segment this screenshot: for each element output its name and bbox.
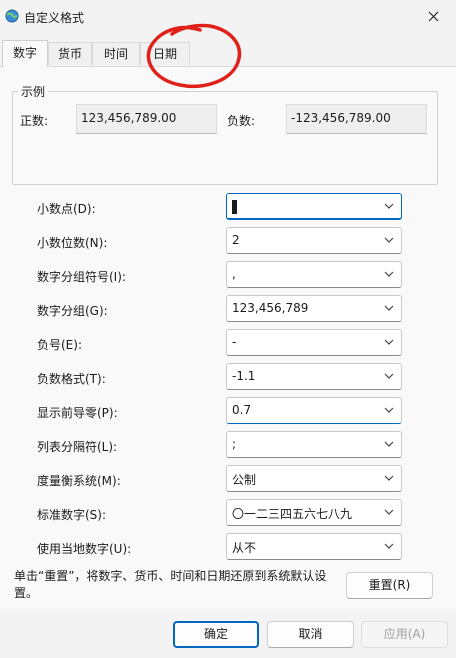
- chevron-down-icon: [384, 373, 394, 379]
- chevron-down-icon: [384, 441, 394, 447]
- chevron-down-icon: [384, 407, 394, 413]
- decimal-digits-value: 2: [232, 233, 240, 247]
- chevron-down-icon: [384, 509, 394, 515]
- negative-label: 负数:: [227, 114, 256, 128]
- chevron-down-icon: [384, 203, 394, 209]
- chevron-down-icon: [384, 271, 394, 277]
- list-separator-value: ;: [232, 437, 237, 451]
- tab-strip: 数字 货币 时间 日期: [0, 40, 456, 67]
- standard-digits-label: 标准数字(S):: [37, 508, 107, 522]
- reset-button[interactable]: 重置(R): [346, 572, 433, 599]
- native-digits-label: 使用当地数字(U):: [37, 542, 132, 556]
- list-separator-label: 列表分隔符(L):: [37, 440, 118, 454]
- decimal-digits-select[interactable]: 2: [226, 227, 402, 254]
- digit-grouping-label: 数字分组(G):: [37, 304, 108, 318]
- chevron-down-icon: [384, 475, 394, 481]
- negative-sign-select[interactable]: -: [226, 329, 402, 356]
- chevron-down-icon: [384, 305, 394, 311]
- chevron-down-icon: [384, 339, 394, 345]
- close-button[interactable]: [410, 0, 456, 32]
- measurement-system-select[interactable]: 公制: [226, 465, 402, 492]
- standard-digits-select[interactable]: 〇一二三四五六七八九: [226, 499, 402, 526]
- negative-format-select[interactable]: -1.1: [226, 363, 402, 390]
- measurement-system-value: 公制: [232, 473, 257, 487]
- standard-digits-value: 〇一二三四五六七八九: [232, 507, 353, 521]
- tab-time[interactable]: 时间: [92, 42, 140, 65]
- negative-format-label: 负数格式(T):: [37, 372, 106, 386]
- measurement-system-label: 度量衡系统(M):: [37, 474, 121, 488]
- apply-button[interactable]: 应用(A): [361, 621, 448, 648]
- leading-zero-select[interactable]: 0.7: [226, 397, 402, 424]
- tab-panel-number: 示例 正数: 123,456,789.00 负数: -123,456,789.0…: [0, 66, 456, 609]
- cancel-button[interactable]: 取消: [267, 621, 354, 648]
- tab-number[interactable]: 数字: [2, 40, 48, 67]
- reset-note: 单击“重置”，将数字、货币、时间和日期还原到系统默认设置。: [14, 569, 327, 600]
- digit-grouping-symbol-value: ,: [232, 267, 236, 281]
- list-separator-select[interactable]: ;: [226, 431, 402, 458]
- tab-date[interactable]: 日期: [140, 42, 190, 65]
- chevron-down-icon: [384, 237, 394, 243]
- decimal-digits-label: 小数位数(N):: [37, 236, 108, 250]
- close-icon: [428, 11, 438, 21]
- leading-zero-value: 0.7: [232, 403, 252, 417]
- tab-currency[interactable]: 货币: [48, 42, 92, 65]
- digit-grouping-value: 123,456,789: [232, 301, 309, 315]
- negative-sign-value: -: [232, 335, 237, 349]
- ok-button[interactable]: 确定: [173, 621, 259, 648]
- positive-label: 正数:: [20, 114, 49, 128]
- negative-sign-label: 负号(E):: [37, 338, 82, 352]
- negative-format-value: -1.1: [232, 369, 256, 383]
- digit-grouping-symbol-select[interactable]: ,: [226, 261, 402, 288]
- leading-zero-label: 显示前导零(P):: [37, 406, 118, 420]
- negative-example: -123,456,789.00: [286, 104, 427, 134]
- example-legend: 示例: [18, 83, 49, 100]
- positive-example: 123,456,789.00: [76, 104, 217, 134]
- decimal-symbol-label: 小数点(D):: [37, 202, 96, 216]
- native-digits-select[interactable]: 从不: [226, 533, 402, 560]
- window-title: 自定义格式: [24, 11, 85, 25]
- digit-grouping-select[interactable]: 123,456,789: [226, 295, 402, 322]
- title-bar: 自定义格式: [0, 0, 456, 34]
- native-digits-value: 从不: [232, 541, 257, 555]
- region-settings-icon: [5, 9, 19, 23]
- chevron-down-icon: [384, 543, 394, 549]
- decimal-symbol-select[interactable]: [226, 193, 402, 220]
- text-caret: [232, 199, 237, 214]
- digit-grouping-symbol-label: 数字分组符号(I):: [37, 270, 126, 284]
